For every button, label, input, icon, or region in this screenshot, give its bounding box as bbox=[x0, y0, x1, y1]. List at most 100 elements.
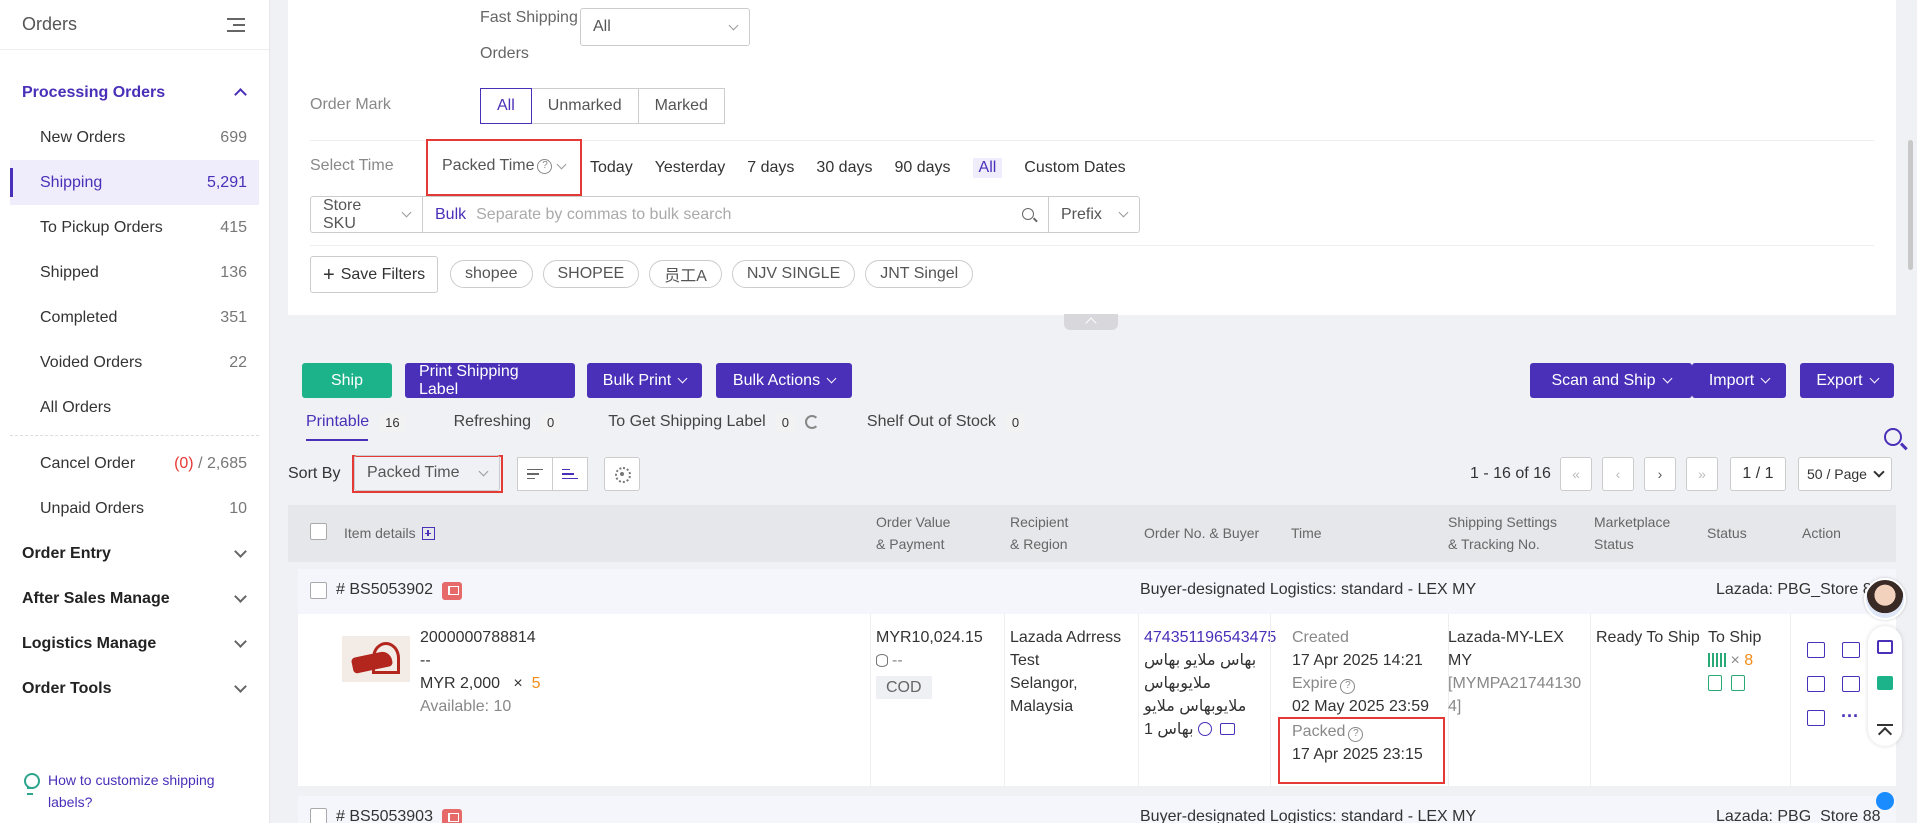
order-header: # BS5053902 Buyer-designated Logistics: … bbox=[298, 569, 1896, 614]
chat-icon[interactable] bbox=[1876, 792, 1894, 810]
search-input[interactable] bbox=[466, 197, 1011, 232]
saved-filter-tag[interactable]: shopee bbox=[450, 260, 533, 288]
first-page-icon[interactable]: « bbox=[1560, 457, 1592, 491]
page-size-select[interactable]: 50 / Page bbox=[1798, 457, 1892, 491]
time-30-days[interactable]: 30 days bbox=[816, 159, 872, 177]
order-store: Lazada: PBG_Store 88 bbox=[1716, 581, 1881, 598]
import-button[interactable]: Import bbox=[1692, 363, 1786, 398]
flag-icon[interactable] bbox=[442, 809, 462, 823]
sort-select[interactable]: Packed Time bbox=[354, 455, 500, 491]
subtab-refreshing[interactable]: Refreshing 0 bbox=[454, 405, 561, 439]
flag-icon[interactable] bbox=[442, 582, 462, 600]
back-to-top-icon[interactable] bbox=[1877, 724, 1893, 734]
search-icon[interactable] bbox=[1884, 428, 1902, 446]
page-number-input[interactable]: 1 / 1 bbox=[1730, 457, 1786, 491]
user-icon[interactable] bbox=[1197, 722, 1212, 736]
sidebar-item-shipping[interactable]: Shipping 5,291 bbox=[10, 160, 259, 205]
sort-descending-icon[interactable] bbox=[517, 457, 553, 491]
edit-note-icon[interactable] bbox=[1842, 676, 1860, 692]
order-id[interactable]: # BS5053903 bbox=[336, 808, 433, 823]
saved-filter-tag[interactable]: 员工A bbox=[649, 260, 722, 288]
sidebar-group-logistics[interactable]: Logistics Manage bbox=[0, 621, 269, 666]
expand-icon[interactable] bbox=[421, 527, 435, 540]
order-checkbox[interactable] bbox=[310, 808, 327, 823]
search-icon[interactable] bbox=[1011, 197, 1049, 232]
time-type-select[interactable]: Packed Time? bbox=[442, 157, 567, 175]
order-id[interactable]: # BS5053902 bbox=[336, 581, 433, 599]
saved-filter-tag[interactable]: NJV SINGLE bbox=[731, 260, 856, 288]
sidebar-item-shipped[interactable]: Shipped 136 bbox=[10, 250, 259, 295]
order-mark-all[interactable]: All bbox=[480, 88, 532, 124]
collapse-menu-icon[interactable] bbox=[227, 17, 245, 32]
order-mark-marked[interactable]: Marked bbox=[637, 88, 725, 124]
order-checkbox[interactable] bbox=[310, 582, 327, 599]
prev-page-icon[interactable]: ‹ bbox=[1602, 457, 1634, 491]
table-header: Item details Order Value & Payment Recipi… bbox=[288, 505, 1896, 562]
sidebar-item-completed[interactable]: Completed 351 bbox=[10, 295, 259, 340]
subtab-to-get-shipping-label[interactable]: To Get Shipping Label 0 bbox=[608, 405, 819, 439]
chevron-down-icon bbox=[1873, 466, 1885, 478]
subtab-printable[interactable]: Printable 16 bbox=[306, 405, 406, 441]
more-icon[interactable]: ··· bbox=[1841, 706, 1859, 727]
gear-icon[interactable] bbox=[604, 457, 640, 491]
order-mark-unmarked[interactable]: Unmarked bbox=[530, 88, 639, 124]
select-time-label: Select Time bbox=[310, 157, 394, 174]
select-all-checkbox[interactable] bbox=[310, 523, 327, 540]
sidebar-group-after-sales[interactable]: After Sales Manage bbox=[0, 576, 269, 621]
sidebar-item-unpaid-orders[interactable]: Unpaid Orders 10 bbox=[10, 486, 259, 531]
next-page-icon[interactable]: › bbox=[1644, 457, 1676, 491]
help-link[interactable]: How to customize shipping labels? bbox=[22, 769, 242, 813]
order-number-link[interactable]: 474351196543475 bbox=[1144, 626, 1276, 649]
collapse-filters-handle[interactable] bbox=[1064, 314, 1118, 330]
bulk-search-toggle[interactable]: Bulk bbox=[423, 197, 466, 232]
time-90-days[interactable]: 90 days bbox=[894, 159, 950, 177]
barcode-icon bbox=[1708, 653, 1726, 667]
sidebar-item-new-orders[interactable]: New Orders 699 bbox=[10, 115, 259, 160]
filter-panel: Fast Shipping Orders All Order Mark All U… bbox=[288, 0, 1896, 315]
col-status: Status bbox=[1707, 525, 1747, 541]
saved-filter-tag[interactable]: JNT Singel bbox=[865, 260, 974, 288]
bulk-print-button[interactable]: Bulk Print bbox=[587, 363, 702, 398]
refresh-icon[interactable] bbox=[804, 415, 819, 429]
col-time: Time bbox=[1291, 525, 1322, 541]
export-button[interactable]: Export bbox=[1800, 363, 1894, 398]
time-today[interactable]: Today bbox=[590, 159, 633, 177]
product-thumbnail[interactable] bbox=[342, 636, 410, 682]
sidebar-item-all-orders[interactable]: All Orders bbox=[10, 385, 259, 430]
sidebar-item-to-pickup-orders[interactable]: To Pickup Orders 415 bbox=[10, 205, 259, 250]
sidebar-item-voided-orders[interactable]: Voided Orders 22 bbox=[10, 340, 259, 385]
scan-and-ship-button[interactable]: Scan and Ship bbox=[1530, 363, 1692, 398]
time-7-days[interactable]: 7 days bbox=[747, 159, 794, 177]
chevron-down-icon bbox=[401, 207, 412, 218]
time-all[interactable]: All bbox=[972, 158, 1003, 178]
list-icon[interactable] bbox=[1807, 710, 1825, 726]
print-shipping-label-button[interactable]: Print Shipping Label bbox=[405, 363, 575, 398]
support-avatar[interactable] bbox=[1864, 578, 1906, 620]
sidebar-group-order-entry[interactable]: Order Entry bbox=[0, 531, 269, 576]
book-icon[interactable] bbox=[1877, 676, 1893, 690]
search-field-select[interactable]: Store SKU bbox=[311, 197, 423, 232]
saved-filter-tag[interactable]: SHOPEE bbox=[542, 260, 640, 288]
subtab-shelf-out-of-stock[interactable]: Shelf Out of Stock 0 bbox=[867, 405, 1026, 439]
storefront-icon[interactable] bbox=[1877, 640, 1893, 654]
time-yesterday[interactable]: Yesterday bbox=[655, 159, 726, 177]
sort-direction bbox=[517, 457, 588, 491]
scrollbar[interactable] bbox=[1908, 140, 1913, 270]
message-icon[interactable] bbox=[1219, 723, 1235, 735]
expire-time: 02 May 2025 23:59 bbox=[1292, 698, 1429, 715]
save-filters-button[interactable]: + Save Filters bbox=[310, 256, 439, 293]
help-icon: ? bbox=[537, 158, 553, 174]
last-page-icon[interactable]: » bbox=[1686, 457, 1718, 491]
sort-ascending-icon[interactable] bbox=[552, 457, 588, 491]
fast-shipping-select[interactable]: All bbox=[580, 8, 750, 46]
sidebar-group-processing-orders[interactable]: Processing Orders bbox=[0, 70, 269, 115]
ship-button[interactable]: Ship bbox=[302, 363, 392, 398]
match-mode-select[interactable]: Prefix bbox=[1049, 197, 1139, 232]
truck-icon[interactable] bbox=[1807, 642, 1825, 658]
bulk-actions-button[interactable]: Bulk Actions bbox=[716, 363, 852, 398]
file-icon[interactable] bbox=[1842, 642, 1860, 658]
sidebar-item-cancel-order[interactable]: Cancel Order (0) / 2,685 bbox=[10, 441, 259, 486]
time-custom-dates[interactable]: Custom Dates bbox=[1024, 159, 1125, 177]
print-icon[interactable] bbox=[1807, 676, 1825, 692]
sidebar-group-order-tools[interactable]: Order Tools bbox=[0, 666, 269, 711]
